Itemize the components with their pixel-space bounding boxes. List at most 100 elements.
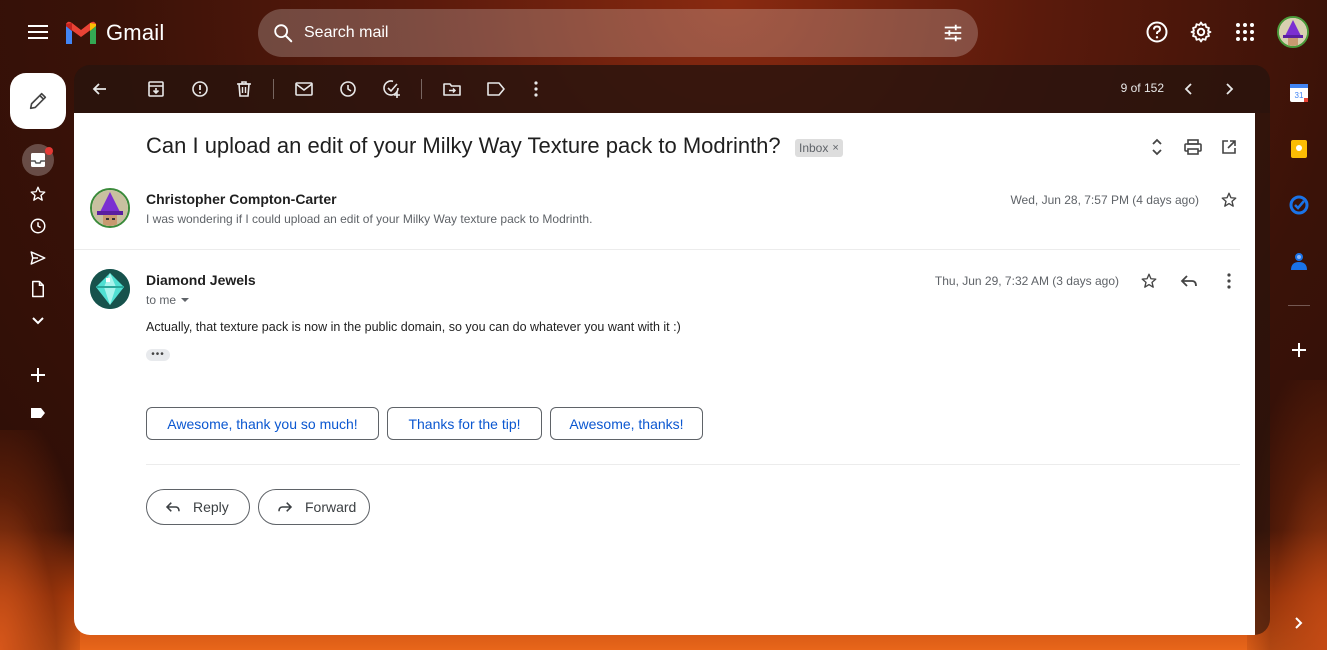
trash-icon <box>237 81 251 97</box>
calendar-icon: 31 <box>1290 84 1308 102</box>
labels-button[interactable] <box>484 77 508 101</box>
nav-sent[interactable] <box>22 242 54 274</box>
chevron-left-icon <box>1184 83 1192 95</box>
smart-reply-1[interactable]: Awesome, thank you so much! <box>146 407 379 440</box>
main-menu-button[interactable] <box>22 16 54 48</box>
mark-unread-button[interactable] <box>292 77 316 101</box>
nav-more[interactable] <box>22 305 54 337</box>
recipient-text: to me <box>146 293 177 307</box>
nav-inbox[interactable] <box>22 144 54 176</box>
remove-label-button[interactable]: × <box>832 142 838 154</box>
sender-avatar[interactable] <box>90 269 130 309</box>
wizard-avatar-icon <box>1279 18 1307 46</box>
more-vert-icon <box>534 81 538 97</box>
keep-app-button[interactable] <box>1283 133 1315 165</box>
label-outline-icon <box>487 82 505 96</box>
contacts-app-button[interactable] <box>1283 245 1315 277</box>
message-snippet[interactable]: I was wondering if I could upload an edi… <box>146 212 592 226</box>
message-count: 9 of 152 <box>1120 81 1164 95</box>
help-button[interactable] <box>1141 16 1173 48</box>
chevron-right-icon <box>1295 617 1303 629</box>
smart-reply-2[interactable]: Thanks for the tip! <box>387 407 542 440</box>
reply-icon <box>165 502 180 512</box>
nav-snoozed[interactable] <box>22 210 54 242</box>
report-spam-button[interactable] <box>188 77 212 101</box>
wizard-avatar-icon <box>92 190 128 226</box>
add-to-tasks-button[interactable] <box>380 77 404 101</box>
delete-button[interactable] <box>232 77 256 101</box>
reply-button[interactable]: Reply <box>146 489 250 525</box>
open-new-window-button[interactable] <box>1217 135 1241 159</box>
chevron-down-icon <box>32 317 44 325</box>
plus-icon <box>31 368 45 382</box>
more-options-button[interactable] <box>524 77 548 101</box>
star-button[interactable] <box>1137 269 1161 293</box>
search-icon[interactable] <box>272 22 294 44</box>
nav-drafts[interactable] <box>22 273 54 305</box>
reply-icon <box>1180 275 1197 287</box>
sender-name[interactable]: Diamond Jewels <box>146 272 256 288</box>
scroll-track[interactable] <box>1255 113 1270 635</box>
account-avatar[interactable] <box>1277 16 1309 48</box>
expand-all-button[interactable] <box>1145 135 1169 159</box>
tasks-icon <box>1289 195 1309 215</box>
sender-name[interactable]: Christopher Compton-Carter <box>146 191 337 207</box>
show-side-panel-button[interactable] <box>1283 607 1315 639</box>
clock-icon <box>340 81 356 97</box>
search-input[interactable] <box>304 24 942 42</box>
newer-button[interactable] <box>1177 77 1201 101</box>
create-label-button[interactable] <box>22 359 54 391</box>
recipient-details-toggle[interactable]: to me <box>146 293 190 307</box>
gmail-m-icon <box>66 21 96 44</box>
mail-icon <box>295 82 313 96</box>
sender-avatar[interactable] <box>90 188 130 228</box>
nav-starred[interactable] <box>22 178 54 210</box>
reply-divider <box>146 464 1240 465</box>
archive-button[interactable] <box>144 77 168 101</box>
forward-button[interactable]: Forward <box>258 489 370 525</box>
move-folder-icon <box>443 83 461 96</box>
tasks-app-button[interactable] <box>1283 189 1315 221</box>
diamond-avatar-icon <box>90 269 130 309</box>
label-icon <box>31 408 45 418</box>
label-text: Inbox <box>799 141 829 155</box>
chevron-right-icon <box>1226 83 1234 95</box>
message-more-button[interactable] <box>1217 269 1241 293</box>
app-name: Gmail <box>106 20 165 45</box>
reply-button[interactable] <box>1177 269 1201 293</box>
message-date: Wed, Jun 28, 7:57 PM (4 days ago) <box>1010 193 1199 207</box>
get-addons-button[interactable] <box>1283 334 1315 366</box>
apps-grid-icon <box>1236 23 1254 41</box>
print-button[interactable] <box>1181 135 1205 159</box>
send-icon <box>30 251 46 265</box>
search-options-icon[interactable] <box>942 22 964 44</box>
star-button[interactable] <box>1217 188 1241 212</box>
thread-content: Can I upload an edit of your Milky Way T… <box>74 113 1255 635</box>
inbox-label-chip[interactable]: Inbox × <box>795 139 843 157</box>
message-toolbar: 9 of 152 <box>74 65 1270 113</box>
settings-button[interactable] <box>1185 16 1217 48</box>
show-trimmed-content-button[interactable]: ••• <box>146 349 170 361</box>
gmail-logo[interactable]: Gmail <box>64 18 164 48</box>
background-glow-left <box>0 430 80 650</box>
toolbar-divider <box>421 79 422 99</box>
calendar-app-button[interactable]: 31 <box>1283 77 1315 109</box>
message-date: Thu, Jun 29, 7:32 AM (3 days ago) <box>934 274 1119 288</box>
add-task-icon <box>383 80 400 98</box>
draft-file-icon <box>32 280 44 298</box>
snooze-button[interactable] <box>336 77 360 101</box>
apps-button[interactable] <box>1229 16 1261 48</box>
compose-button[interactable] <box>10 73 66 129</box>
top-bar: Gmail <box>0 0 1327 64</box>
nav-label[interactable] <box>22 397 54 429</box>
gear-icon <box>1190 21 1212 43</box>
unread-dot <box>45 147 53 155</box>
message-divider <box>74 249 1240 250</box>
older-button[interactable] <box>1217 77 1241 101</box>
clock-icon <box>30 218 46 234</box>
back-button[interactable] <box>88 77 112 101</box>
search-bar[interactable] <box>258 9 978 57</box>
move-to-button[interactable] <box>440 77 464 101</box>
star-icon <box>30 186 46 201</box>
smart-reply-3[interactable]: Awesome, thanks! <box>550 407 703 440</box>
